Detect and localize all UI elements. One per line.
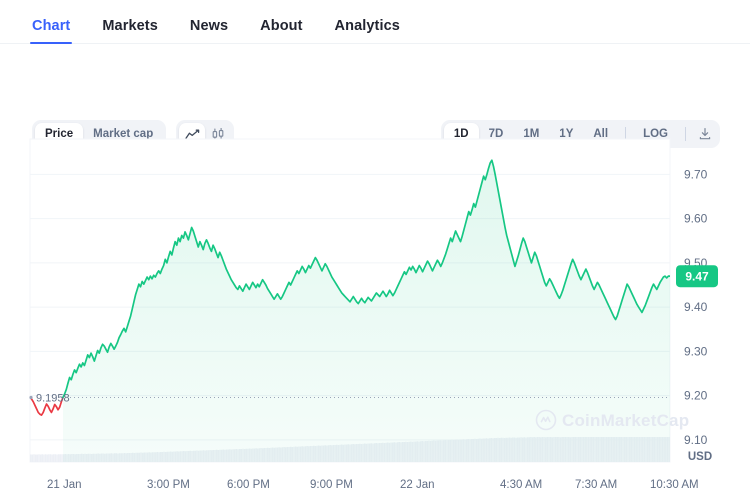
y-axis-labels: 9.709.609.509.409.309.209.10	[684, 167, 708, 447]
tab-news-label: News	[189, 18, 229, 34]
current-price-badge: 9.47	[676, 265, 718, 288]
tab-about-label: About	[260, 18, 303, 34]
x-axis-labels: 21 Jan 3:00 PM 6:00 PM 9:00 PM 22 Jan 4:30 AM…	[47, 479, 699, 491]
x-axis-tick-label: 22 Jan	[400, 479, 435, 491]
tab-news[interactable]: News	[190, 18, 228, 43]
y-axis-tick-label: 9.70	[684, 167, 708, 181]
tab-chart[interactable]: Chart	[29, 18, 73, 44]
x-axis-tick-label: 3:00 PM	[147, 479, 190, 491]
y-axis-tick-label: 9.30	[684, 344, 708, 358]
x-axis-tick-label: 6:00 PM	[227, 479, 270, 491]
y-axis-tick-label: 9.10	[684, 433, 708, 447]
tab-bar: Chart Markets News About Analytics	[0, 0, 750, 44]
price-chart-area[interactable]: 9.1958 CoinMarketCap 9.70 9.60 9.50 9.40 9.3…	[0, 112, 750, 503]
tab-about[interactable]: About	[260, 18, 302, 43]
x-axis-tick-label: 4:30 AM	[500, 479, 542, 491]
current-price-badge-label: 9.47	[685, 270, 709, 284]
tab-analytics-label: Analytics	[334, 18, 400, 34]
y-axis-tick-label: 9.20	[684, 389, 708, 403]
chart-toolbar: Price Market cap 1D 7D 1M 1Y All LOG	[0, 44, 750, 148]
y-axis-tick-label: 9.60	[684, 212, 708, 226]
tab-analytics[interactable]: Analytics	[335, 18, 400, 43]
tab-markets-label: Markets	[102, 18, 158, 34]
currency-label: USD	[688, 451, 712, 463]
x-axis-tick-label: 7:30 AM	[575, 479, 617, 491]
y-axis-tick-label: 9.40	[684, 300, 708, 314]
reference-line-label: 9.1958	[36, 393, 70, 405]
x-axis-tick-label: 9:00 PM	[310, 479, 353, 491]
tab-markets[interactable]: Markets	[102, 18, 158, 43]
x-axis-tick-label: 10:30 AM	[650, 479, 699, 491]
x-axis-tick-label: 21 Jan	[47, 479, 82, 491]
watermark-label: CoinMarketCap	[562, 411, 689, 430]
tab-chart-label: Chart	[32, 18, 71, 34]
price-chart-svg[interactable]: 9.1958 CoinMarketCap 9.709.609.509.409.3…	[0, 112, 750, 503]
